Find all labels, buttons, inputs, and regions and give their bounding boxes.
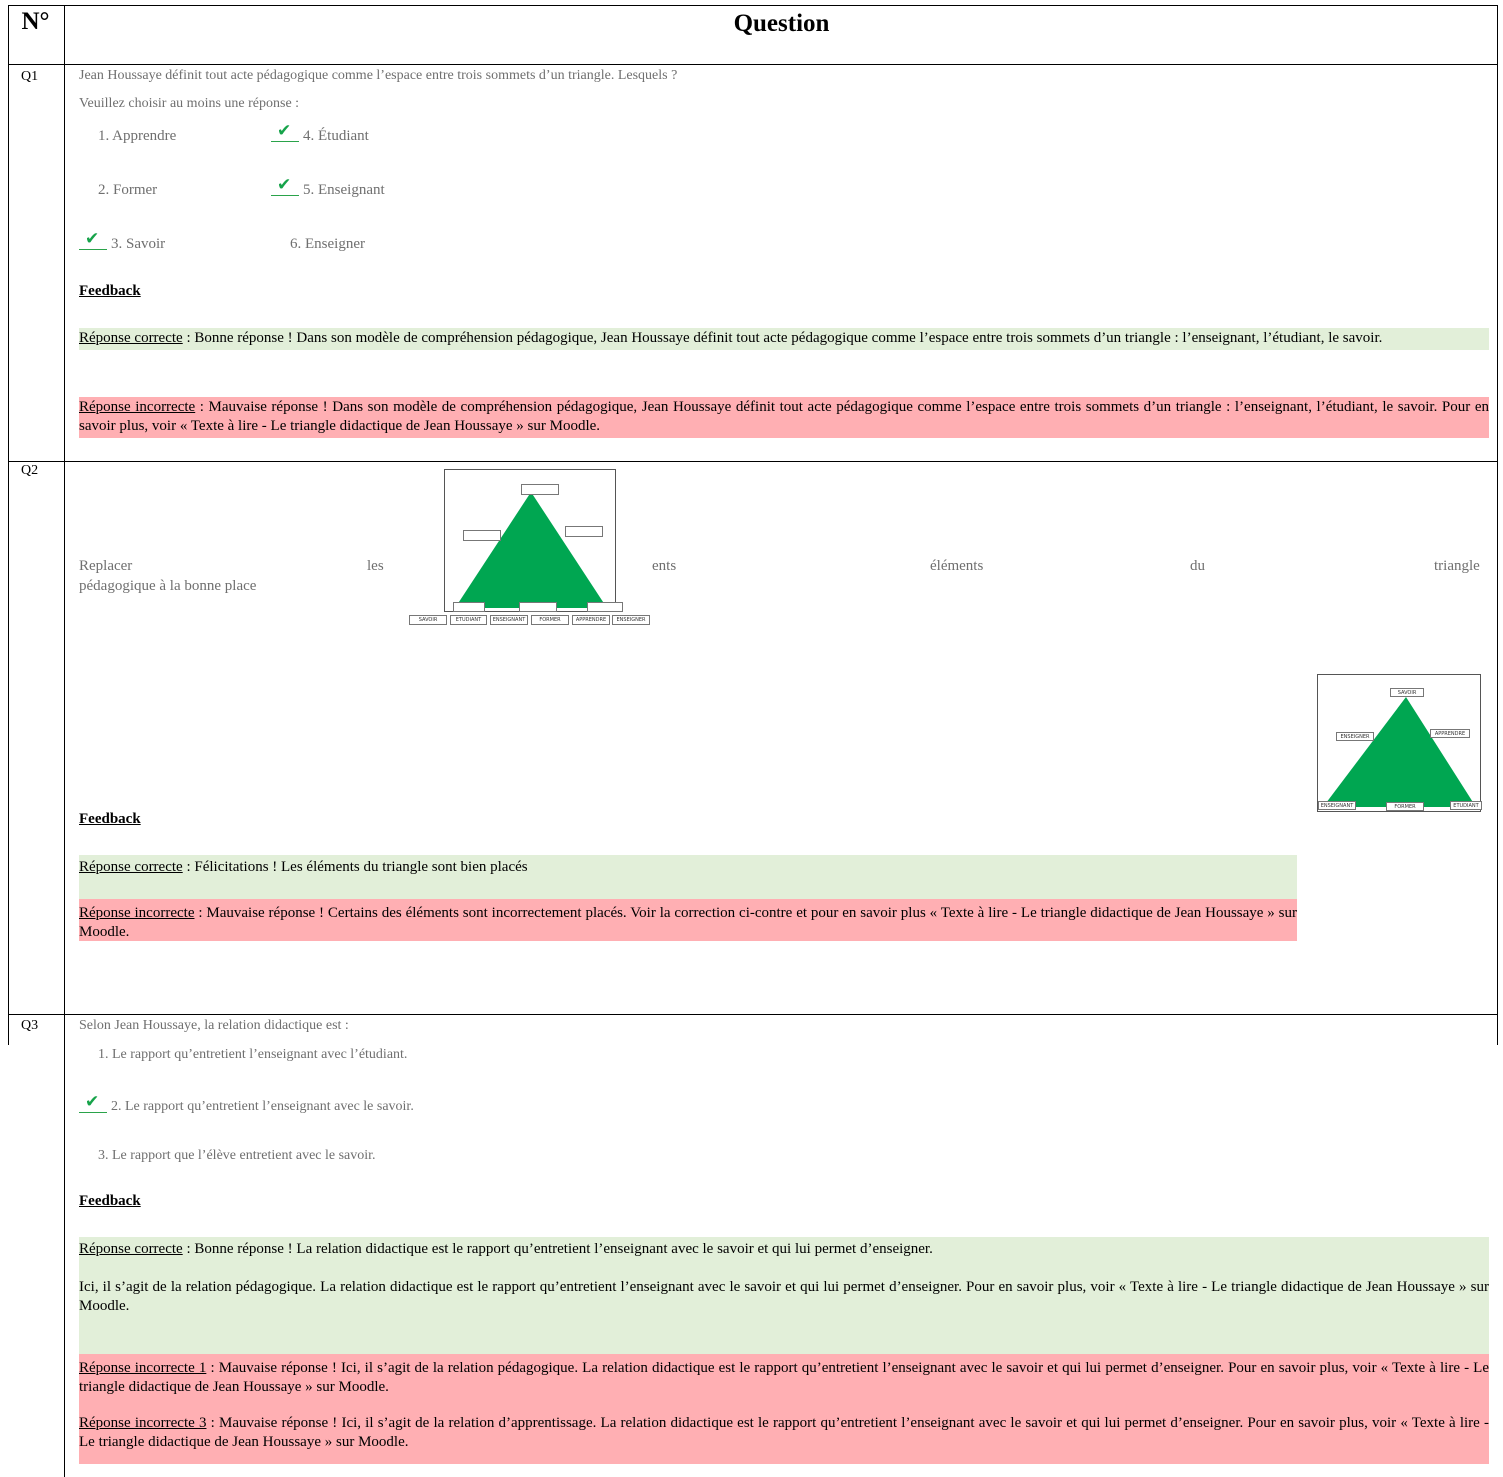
q1-option-2[interactable]: 2. Former	[98, 182, 157, 199]
q2-word-6: triangle	[1434, 558, 1480, 574]
solution-label-bottom-left: ENSEIGNANT	[1318, 801, 1356, 810]
q2-correct-feedback: Réponse correcte : Félicitations ! Les é…	[79, 855, 1297, 899]
header-no: N°	[21, 8, 50, 35]
correct-label: Réponse correcte	[79, 1241, 183, 1257]
q1-incorrect-feedback: Réponse incorrecte : Mauvaise réponse ! …	[79, 397, 1489, 438]
q3-feedback-title: Feedback	[79, 1193, 141, 1209]
triangle-solution-image: SAVOIR ENSEIGNER APPRENDRE ENSEIGNANT FO…	[1317, 674, 1482, 812]
q3-question-text: Selon Jean Houssaye, la relation didacti…	[79, 1018, 349, 1033]
incorrect-text: : Mauvaise réponse ! Ici, il s’agit de l…	[79, 1360, 1490, 1395]
q2-number: Q2	[21, 463, 39, 478]
q1-question-text: Jean Houssaye définit tout acte pédagogi…	[79, 68, 678, 83]
draggable-label[interactable]: ENSEIGNANT	[490, 615, 528, 625]
q1-option-5[interactable]: 5. Enseignant	[303, 182, 385, 199]
header-bottom-border	[8, 64, 1498, 65]
q2-word-3: ents	[652, 558, 677, 574]
q3-incorrect-feedback-3: Réponse incorrecte 3 : Mauvaise réponse …	[79, 1412, 1489, 1464]
table-top-border	[8, 5, 1498, 6]
solution-label-bottom-mid: FORMER	[1386, 802, 1424, 811]
q1-number: Q1	[21, 69, 39, 84]
check-icon: ✔	[79, 1092, 107, 1113]
q1-feedback-title: Feedback	[79, 283, 141, 299]
triangle-exercise-image	[444, 469, 623, 612]
incorrect-label: Réponse incorrecte	[79, 399, 196, 415]
drop-zone[interactable]	[521, 484, 559, 495]
table-right-border	[1497, 5, 1498, 1045]
solution-label-right: APPRENDRE	[1430, 729, 1470, 738]
q3-option-1[interactable]: 1. Le rapport qu’entretient l’enseignant…	[98, 1047, 407, 1063]
incorrect-label: Réponse incorrecte	[79, 905, 195, 921]
q3-option-2[interactable]: 2. Le rapport qu’entretient l’enseignant…	[111, 1099, 414, 1115]
draggable-label[interactable]: ETUDIANT	[450, 615, 487, 625]
q1-option-4[interactable]: 4. Étudiant	[303, 128, 369, 145]
draggable-label[interactable]: APPRENDRE	[572, 615, 610, 625]
drop-zone[interactable]	[453, 602, 485, 612]
q1-option-6[interactable]: 6. Enseigner	[290, 236, 365, 253]
check-icon: ✔	[271, 121, 299, 142]
solution-label-top: SAVOIR	[1390, 688, 1424, 697]
q2-word-5: du	[1190, 558, 1205, 574]
row-q2-bottom-border	[8, 1014, 1498, 1015]
q1-option-3[interactable]: 3. Savoir	[111, 236, 165, 253]
incorrect-text: : Mauvaise réponse ! Dans son modèle de …	[79, 399, 1489, 434]
solution-label-bottom-right: ETUDIANT	[1450, 801, 1482, 810]
draggable-label[interactable]: FORMER	[531, 615, 569, 625]
table-left-border	[8, 5, 9, 1045]
correct-text: : Bonne réponse ! Dans son modèle de com…	[182, 330, 1383, 346]
correct-text: : Félicitations ! Les éléments du triang…	[182, 859, 528, 875]
row-q1-bottom-border	[8, 461, 1498, 462]
correct-label: Réponse correcte	[79, 859, 183, 875]
incorrect-text: : Mauvaise réponse ! Ici, il s’agit de l…	[79, 1415, 1489, 1450]
q2-word-4: éléments	[930, 558, 984, 574]
solution-label-left: ENSEIGNER	[1336, 732, 1374, 741]
check-icon: ✔	[79, 229, 107, 250]
q1-instruction: Veuillez choisir au moins une réponse :	[79, 96, 300, 111]
correct-label: Réponse correcte	[79, 330, 183, 346]
q3-correct-feedback: Réponse correcte : Bonne réponse ! La re…	[79, 1237, 1489, 1354]
drop-zone[interactable]	[565, 526, 603, 537]
incorrect-text: : Mauvaise réponse ! Certains des élémen…	[79, 905, 1297, 940]
column-divider	[64, 5, 65, 1477]
q3-incorrect-feedback-1: Réponse incorrecte 1 : Mauvaise réponse …	[79, 1354, 1489, 1412]
check-icon: ✔	[271, 175, 299, 196]
q3-number: Q3	[21, 1018, 39, 1033]
correct-text: : Bonne réponse ! La relation didactique…	[182, 1241, 933, 1257]
q2-incorrect-feedback: Réponse incorrecte : Mauvaise réponse ! …	[79, 899, 1297, 941]
q2-word-2: les	[367, 558, 384, 574]
drop-zone[interactable]	[587, 602, 623, 612]
q3-option-3[interactable]: 3. Le rapport que l’élève entretient ave…	[98, 1148, 376, 1164]
q2-feedback-title: Feedback	[79, 811, 141, 827]
q1-option-1[interactable]: 1. Apprendre	[98, 128, 176, 145]
q2-word-1: Replacer	[79, 558, 133, 574]
incorrect-label: Réponse incorrecte 1	[79, 1360, 207, 1376]
correct-extra-text: Ici, il s’agit de la relation pédagogiqu…	[79, 1279, 1489, 1314]
incorrect-label: Réponse incorrecte 3	[79, 1415, 207, 1431]
header-question: Question	[733, 10, 830, 37]
draggable-label[interactable]: ENSEIGNER	[612, 615, 650, 625]
q1-correct-feedback: Réponse correcte : Bonne réponse ! Dans …	[79, 328, 1489, 350]
drop-zone[interactable]	[519, 602, 557, 612]
drop-zone[interactable]	[463, 530, 501, 541]
draggable-label[interactable]: SAVOIR	[409, 615, 447, 625]
q2-instruction-line2: pédagogique à la bonne place	[79, 578, 257, 594]
